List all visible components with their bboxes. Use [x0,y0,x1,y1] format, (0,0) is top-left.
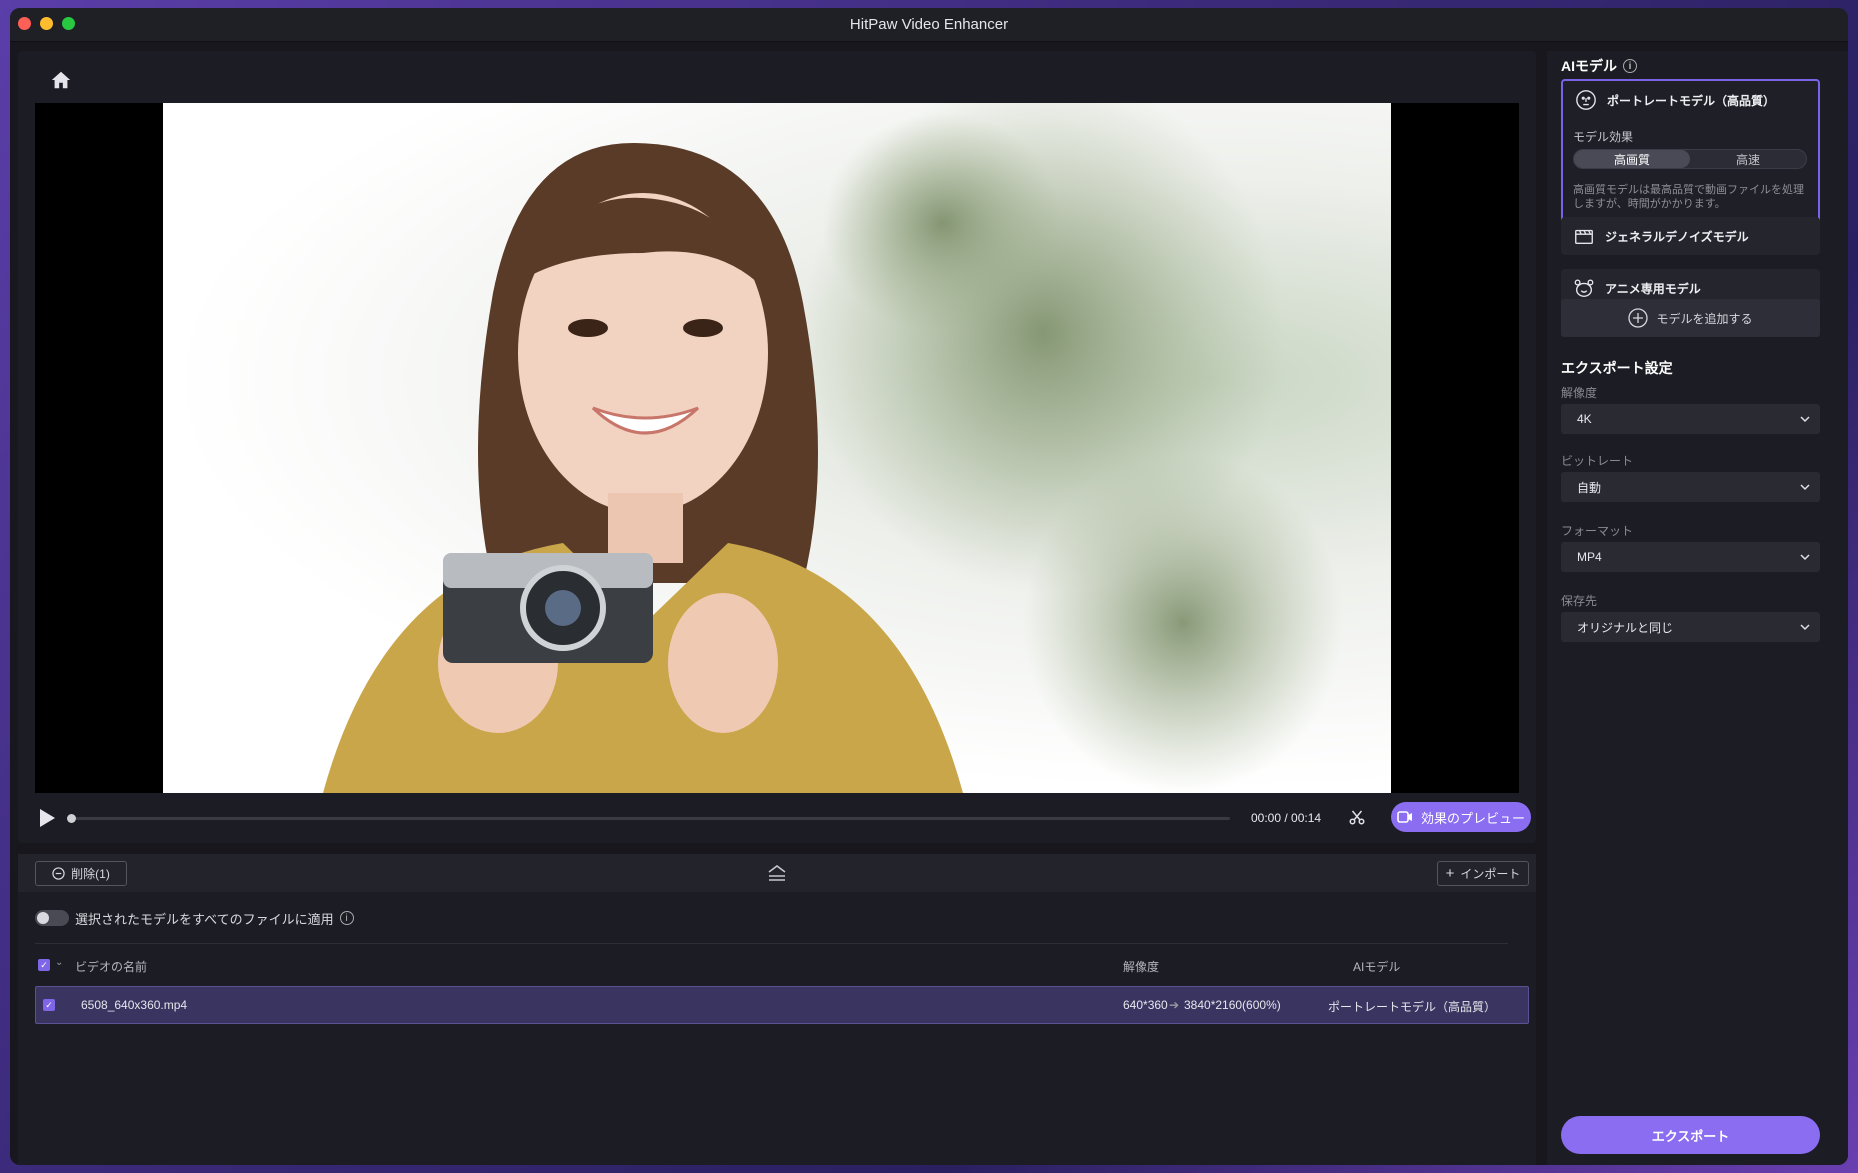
column-resolution[interactable]: 解像度 [1123,958,1159,975]
import-label: インポート [1460,867,1521,881]
settings-sidebar: AIモデル i ポートレートモデル（高品質） モデル効果 高画質 高速 高画質モ… [1547,51,1848,1165]
resolution-label: 解像度 [1561,386,1598,400]
chevron-down-icon [1800,416,1810,423]
delete-label: 削除(1) [71,867,110,881]
model-label: アニメ専用モデル [1605,281,1701,296]
anime-bear-icon [1574,279,1594,297]
info-icon[interactable]: i [1623,59,1637,73]
play-icon[interactable] [38,808,58,828]
bitrate-select[interactable]: 自動 [1561,472,1820,502]
delete-button[interactable]: 削除(1) [35,861,127,886]
arrow-right-icon: ➔ [1169,998,1180,1012]
model-description: 高画質モデルは最高品質で動画ファイルを処理しますが、時間がかかります。 [1573,184,1804,210]
export-button[interactable]: エクスポート [1561,1116,1820,1154]
bitrate-label: ビットレート [1561,454,1634,468]
model-label: ポートレートモデル（高品質） [1607,93,1776,108]
info-icon[interactable]: i [339,911,354,925]
resolution-to: 3840*2160(600%) [1184,998,1281,1012]
chevron-down-icon [1800,484,1810,491]
model-card-header: ジェネラルデノイズモデル [1573,225,1749,247]
minus-circle-icon [52,867,65,880]
apply-all-toggle[interactable] [35,910,69,926]
apply-all-row: 選択されたモデルをすべてのファイルに適用 i [35,908,354,928]
chevron-down-icon[interactable]: ⌄ [55,957,63,968]
model-card-portrait[interactable]: ポートレートモデル（高品質） モデル効果 高画質 高速 高画質モデルは最高品質で… [1561,79,1820,227]
plus-icon: + [1445,864,1455,882]
model-effect-label: モデル効果 [1573,130,1634,144]
effect-option-fast[interactable]: 高速 [1690,150,1806,168]
window-title: HitPaw Video Enhancer [849,16,1009,33]
timecode: 00:00 / 00:14 [1251,811,1322,825]
model-card-general-denoise[interactable]: ジェネラルデノイズモデル [1561,217,1820,255]
maximize-window-button[interactable] [62,17,75,30]
divider [35,943,1508,944]
minimize-window-button[interactable] [40,17,53,30]
close-window-button[interactable] [18,17,31,30]
format-select[interactable]: MP4 [1561,542,1820,572]
column-name[interactable]: ビデオの名前 [75,958,147,975]
collapse-panel-icon[interactable] [766,864,788,882]
file-list-panel: 削除(1) + インポート 選択されたモデルをすべてのファイルに適用 i ✓ ⌄… [18,854,1536,1165]
resolution-select[interactable]: 4K [1561,404,1820,434]
select-all-checkbox[interactable]: ✓ [38,959,50,971]
progress-handle[interactable] [67,814,76,823]
video-viewer: 00:00 / 00:14 効果のプレビュー [18,51,1536,843]
export-settings-heading: エクスポート設定 [1561,360,1673,376]
file-toolbar: 削除(1) + インポート [18,854,1536,892]
model-card-header: アニメ専用モデル [1573,277,1701,299]
video-camera-icon [1397,811,1412,823]
portrait-face-icon [1576,90,1596,110]
video-preview-image [163,103,1391,793]
model-card-header: ポートレートモデル（高品質） [1575,89,1775,111]
table-row[interactable]: ✓ 6508_640x360.mp4 640*360 ➔ 3840*2160(6… [35,986,1529,1024]
video-frame [35,103,1519,793]
model-label: ジェネラルデノイズモデル [1605,229,1749,244]
window-controls [18,17,75,30]
scissors-icon[interactable] [1348,808,1368,828]
column-ai-model[interactable]: AIモデル [1353,958,1400,975]
destination-select[interactable]: オリジナルと同じ [1561,612,1820,642]
add-model-button[interactable]: モデルを追加する [1561,299,1820,337]
bitrate-value: 自動 [1577,480,1602,495]
row-checkbox[interactable]: ✓ [43,999,55,1011]
apply-all-label: 選択されたモデルをすべてのファイルに適用 [75,911,334,927]
format-value: MP4 [1577,550,1602,564]
chevron-down-icon [1800,624,1810,631]
row-ai-model: ポートレートモデル（高品質） [1328,1000,1497,1014]
ai-model-heading: AIモデル i [1561,56,1637,76]
table-header: ✓ ⌄ ビデオの名前 解像度 AIモデル [35,952,1529,978]
format-label: フォーマット [1561,524,1634,538]
preview-effect-label: 効果のプレビュー [1420,810,1525,826]
film-clapper-icon [1575,229,1593,245]
chevron-down-icon [1800,554,1810,561]
add-model-label: モデルを追加する [1656,311,1753,326]
destination-label: 保存先 [1561,594,1598,608]
resolution-from: 640*360 [1123,998,1168,1012]
title-bar: HitPaw Video Enhancer [10,8,1848,42]
model-effect-segmented-control: 高画質 高速 [1573,149,1807,169]
ai-model-title: AIモデル [1561,58,1617,74]
file-name: 6508_640x360.mp4 [81,998,188,1012]
progress-bar[interactable] [67,814,1230,823]
plus-circle-icon [1628,308,1649,328]
resolution-value: 4K [1577,412,1592,426]
preview-effect-button[interactable]: 効果のプレビュー [1391,802,1531,832]
home-icon[interactable] [50,69,76,93]
playback-controls: 00:00 / 00:14 効果のプレビュー [18,796,1536,840]
import-button[interactable]: + インポート [1437,861,1529,886]
app-window: HitPaw Video Enhancer 00:00 / 00:14 効果のプ… [10,8,1848,1165]
effect-option-high-quality[interactable]: 高画質 [1574,150,1690,168]
destination-value: オリジナルと同じ [1577,620,1674,635]
